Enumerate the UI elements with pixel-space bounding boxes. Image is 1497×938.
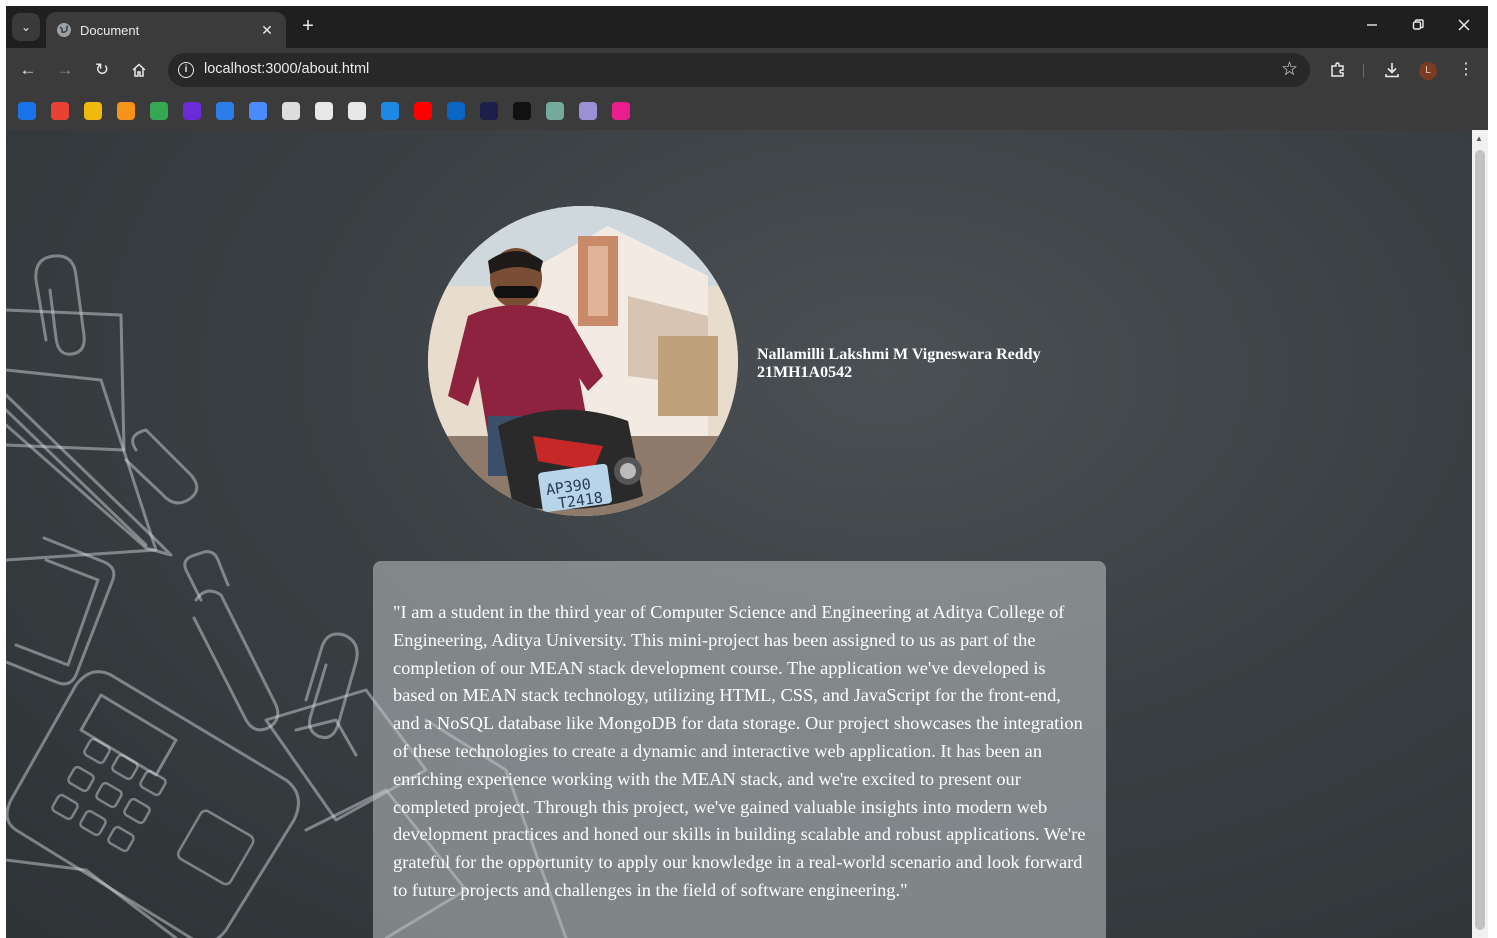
toolbar-separator — [1363, 64, 1364, 78]
student-roll-number: 21MH1A0542 — [757, 364, 853, 381]
about-text: "I am a student in the third year of Com… — [393, 602, 1086, 900]
home-icon — [132, 63, 146, 77]
download-box-icon[interactable] — [381, 102, 399, 120]
book-icon[interactable] — [315, 102, 333, 120]
bookmark-star-icon[interactable]: ☆ — [1281, 58, 1298, 81]
scroll-up-icon[interactable]: ▲ — [1475, 134, 1483, 143]
reload-button[interactable]: ↻ — [90, 58, 114, 82]
new-tab-button[interactable]: + — [296, 15, 320, 39]
coin-icon[interactable] — [117, 102, 135, 120]
url-text: localhost:3000/about.html — [204, 61, 370, 77]
s-logo-icon[interactable] — [216, 102, 234, 120]
downloads-button[interactable] — [1380, 58, 1404, 82]
restore-icon — [1412, 19, 1424, 30]
scrollbar-thumb[interactable] — [1475, 150, 1485, 930]
kebab-menu-icon: ⋮ — [1458, 61, 1474, 78]
about-card: "I am a student in the third year of Com… — [373, 561, 1106, 938]
minimize-icon — [1367, 24, 1377, 26]
browser-window: ⌄ Document ✕ + ← → ↻ i localhost:3000/ab… — [6, 6, 1488, 938]
browser-toolbar: ← → ↻ i localhost:3000/about.html ☆ L ⋮ — [6, 48, 1488, 92]
minimize-button[interactable] — [1352, 14, 1392, 40]
figure-icon[interactable] — [579, 102, 597, 120]
site-info-icon[interactable]: i — [178, 62, 194, 78]
restore-button[interactable] — [1398, 14, 1438, 40]
cc-icon[interactable] — [84, 102, 102, 120]
profile-avatar[interactable]: L — [1419, 62, 1437, 80]
page-scrollbar[interactable]: ▲ — [1472, 130, 1488, 938]
linkedin-icon[interactable] — [447, 102, 465, 120]
gemini-icon[interactable] — [249, 102, 267, 120]
close-icon — [1458, 19, 1470, 31]
puzzle-icon — [1331, 62, 1344, 77]
forward-button[interactable]: → — [53, 58, 77, 82]
arrow-right-icon: → — [56, 60, 74, 79]
reload-icon: ↻ — [94, 60, 110, 79]
download-icon — [1385, 63, 1399, 78]
pink-box-icon[interactable] — [612, 102, 630, 120]
profile-photo-image: AP390 T2418 — [428, 206, 738, 516]
student-name: Nallamilli Lakshmi M Vigneswara Reddy — [757, 346, 1041, 363]
chatgpt-icon[interactable] — [546, 102, 564, 120]
globe-icon[interactable] — [348, 102, 366, 120]
tab-title: Document — [80, 22, 140, 38]
tab-document[interactable]: Document ✕ — [46, 12, 286, 48]
arrow-left-icon: ← — [19, 60, 37, 79]
back-button[interactable]: ← — [16, 58, 40, 82]
student-info: Nallamilli Lakshmi M Vigneswara Reddy 21… — [757, 346, 1041, 382]
extensions-button[interactable] — [1326, 58, 1350, 82]
leaf-icon[interactable] — [150, 102, 168, 120]
m-logo-icon[interactable] — [183, 102, 201, 120]
blue-diamond-icon[interactable] — [18, 102, 36, 120]
me-icon[interactable] — [513, 102, 531, 120]
profile-photo: AP390 T2418 — [428, 206, 738, 516]
tab-search-button[interactable]: ⌄ — [12, 13, 40, 41]
tab-bar: ⌄ Document ✕ + — [6, 6, 1488, 48]
dn-icon[interactable] — [480, 102, 498, 120]
globe-icon — [57, 23, 71, 37]
arrow-icon[interactable] — [51, 102, 69, 120]
youtube-icon[interactable] — [414, 102, 432, 120]
doc-icon[interactable] — [282, 102, 300, 120]
address-bar[interactable]: i localhost:3000/about.html ☆ — [168, 53, 1310, 87]
bookmarks-bar — [6, 92, 1488, 130]
close-window-button[interactable] — [1444, 14, 1484, 40]
page-viewport: AP390 T2418 Nallamilli Lakshmi M Vignesw… — [6, 130, 1472, 938]
chevron-down-icon: ⌄ — [20, 20, 32, 34]
tab-close-icon[interactable]: ✕ — [258, 22, 276, 39]
menu-button[interactable]: ⋮ — [1454, 58, 1478, 82]
home-button[interactable] — [127, 58, 151, 82]
